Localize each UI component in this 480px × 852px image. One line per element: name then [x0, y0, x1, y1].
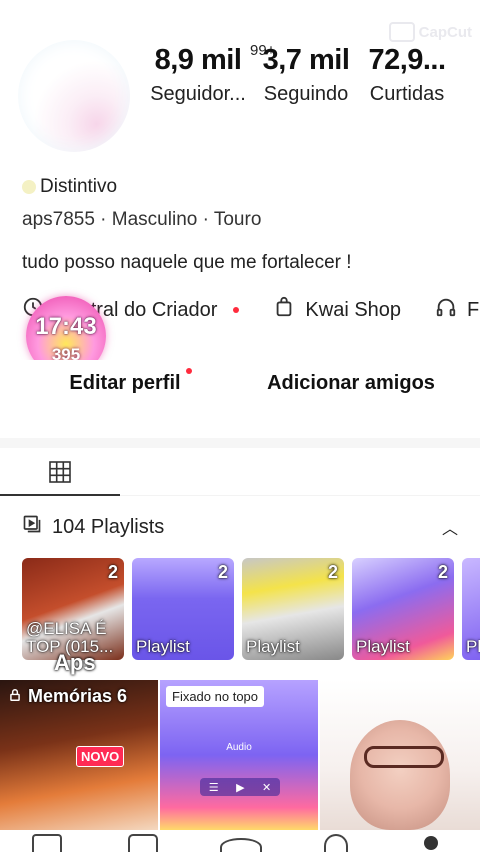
- audio-player-controls: ☰ ▶ ✕: [200, 778, 280, 796]
- stat-followers[interactable]: 8,9 mil Seguidor...: [146, 44, 250, 106]
- profile-meta: aps7855 · Masculino · Touro: [22, 209, 262, 230]
- stat-value: 72,9...: [368, 44, 446, 76]
- stat-value: 3,7 mil: [262, 44, 350, 76]
- avatar[interactable]: [18, 40, 130, 152]
- notification-dot: [186, 368, 192, 374]
- badge-label: Distintivo: [40, 176, 118, 197]
- edit-profile-button[interactable]: Editar perfil: [20, 360, 230, 406]
- menu-icon: ☰: [208, 781, 219, 794]
- badge-row[interactable]: Distintivo: [22, 176, 462, 198]
- play-icon: ▶: [236, 781, 245, 794]
- stat-following[interactable]: 3,7 mil Seguindo: [258, 44, 354, 106]
- playlist-title: Playlist: [246, 637, 300, 656]
- profile-info: Distintivo aps7855 · Masculino · Touro t…: [22, 176, 462, 274]
- stat-label: Seguidor...: [150, 83, 246, 105]
- create-icon[interactable]: [220, 838, 262, 852]
- playlist-card[interactable]: 2 @ELISA É TOP (015...: [22, 558, 124, 660]
- playlists-count: 104 Playlists: [52, 515, 165, 538]
- tab-divider: [120, 495, 480, 496]
- timer-time: 17:43: [35, 313, 97, 340]
- playlist-card[interactable]: 2 Playlist: [242, 558, 344, 660]
- headphones-icon: [435, 296, 457, 324]
- edit-profile-label: Editar perfil: [69, 371, 181, 394]
- playlist-count: 2: [107, 562, 118, 582]
- kwai-shop-label: Kwai Shop: [305, 298, 402, 321]
- playlist-title: Playlist: [356, 637, 410, 656]
- home-icon[interactable]: [32, 834, 62, 852]
- playlist-title: Playlist: [136, 637, 190, 656]
- content-tabbar: [0, 452, 480, 498]
- playlist-count: 2: [217, 562, 228, 582]
- video-card[interactable]: [320, 680, 480, 830]
- pinned-video-card[interactable]: Fixado no topo Audio ☰ ▶ ✕: [160, 680, 318, 830]
- playlist-card[interactable]: Pla: [462, 558, 480, 660]
- thumbnail-face: [350, 720, 450, 830]
- playlist-icon: [22, 514, 52, 540]
- add-friends-button[interactable]: Adicionar amigos: [242, 360, 460, 406]
- music-button[interactable]: F: [435, 296, 479, 324]
- lock-icon: [8, 686, 22, 707]
- playlist-title: Pla: [466, 637, 480, 656]
- kwai-shop-button[interactable]: Kwai Shop: [273, 296, 401, 324]
- capcut-watermark: CapCut: [388, 22, 472, 42]
- profile-icon[interactable]: [424, 836, 438, 850]
- stat-value: 8,9 mil: [154, 44, 242, 76]
- playlist-carousel: 2 @ELISA É TOP (015... 2 Playlist 2 Play…: [22, 558, 480, 660]
- stat-likes[interactable]: 72,9... Curtidas: [364, 44, 450, 106]
- close-icon: ✕: [262, 781, 272, 794]
- playlist-count: 2: [327, 562, 338, 582]
- games-icon[interactable]: [128, 834, 158, 852]
- playlist-count: 2: [437, 562, 448, 582]
- chevron-up-icon[interactable]: ︿: [442, 515, 458, 539]
- notification-dot: [233, 307, 240, 313]
- playlists-header[interactable]: 104 Playlists ︿: [22, 514, 458, 540]
- profile-bio: tudo posso naquele que me fortalecer !: [22, 252, 352, 273]
- audio-label: Audio: [226, 742, 252, 753]
- stat-label: Curtidas: [369, 83, 445, 105]
- add-friends-label: Adicionar amigos: [267, 371, 435, 394]
- music-label: F: [467, 298, 480, 321]
- shopping-bag-icon: [273, 296, 295, 324]
- playlist-card[interactable]: 2 Playlist: [132, 558, 234, 660]
- playlist-card[interactable]: 2 Playlist: [352, 558, 454, 660]
- badge-icon: [22, 180, 36, 194]
- overlay-text: Aps: [54, 650, 96, 675]
- grid-icon[interactable]: [48, 460, 72, 484]
- capcut-logo-icon: [388, 22, 415, 42]
- section-divider: [0, 438, 480, 448]
- notifications-icon[interactable]: [324, 834, 348, 852]
- stat-label: Seguindo: [263, 83, 349, 105]
- bottom-navigation: [0, 830, 480, 852]
- watermark-text: CapCut: [418, 23, 472, 41]
- tab-active-indicator: [0, 494, 120, 496]
- thumbnail-glasses: [364, 746, 444, 768]
- memories-text: Memórias 6: [28, 686, 128, 706]
- memories-label: Memórias 6: [8, 686, 127, 707]
- memories-card[interactable]: Memórias 6 NOVO: [0, 680, 158, 830]
- new-badge: NOVO: [76, 746, 125, 767]
- pinned-label: Fixado no topo: [166, 686, 265, 707]
- profile-buttons: Editar perfil Adicionar amigos: [20, 360, 460, 406]
- video-grid: Memórias 6 NOVO Fixado no topo Audio ☰ ▶…: [0, 680, 480, 830]
